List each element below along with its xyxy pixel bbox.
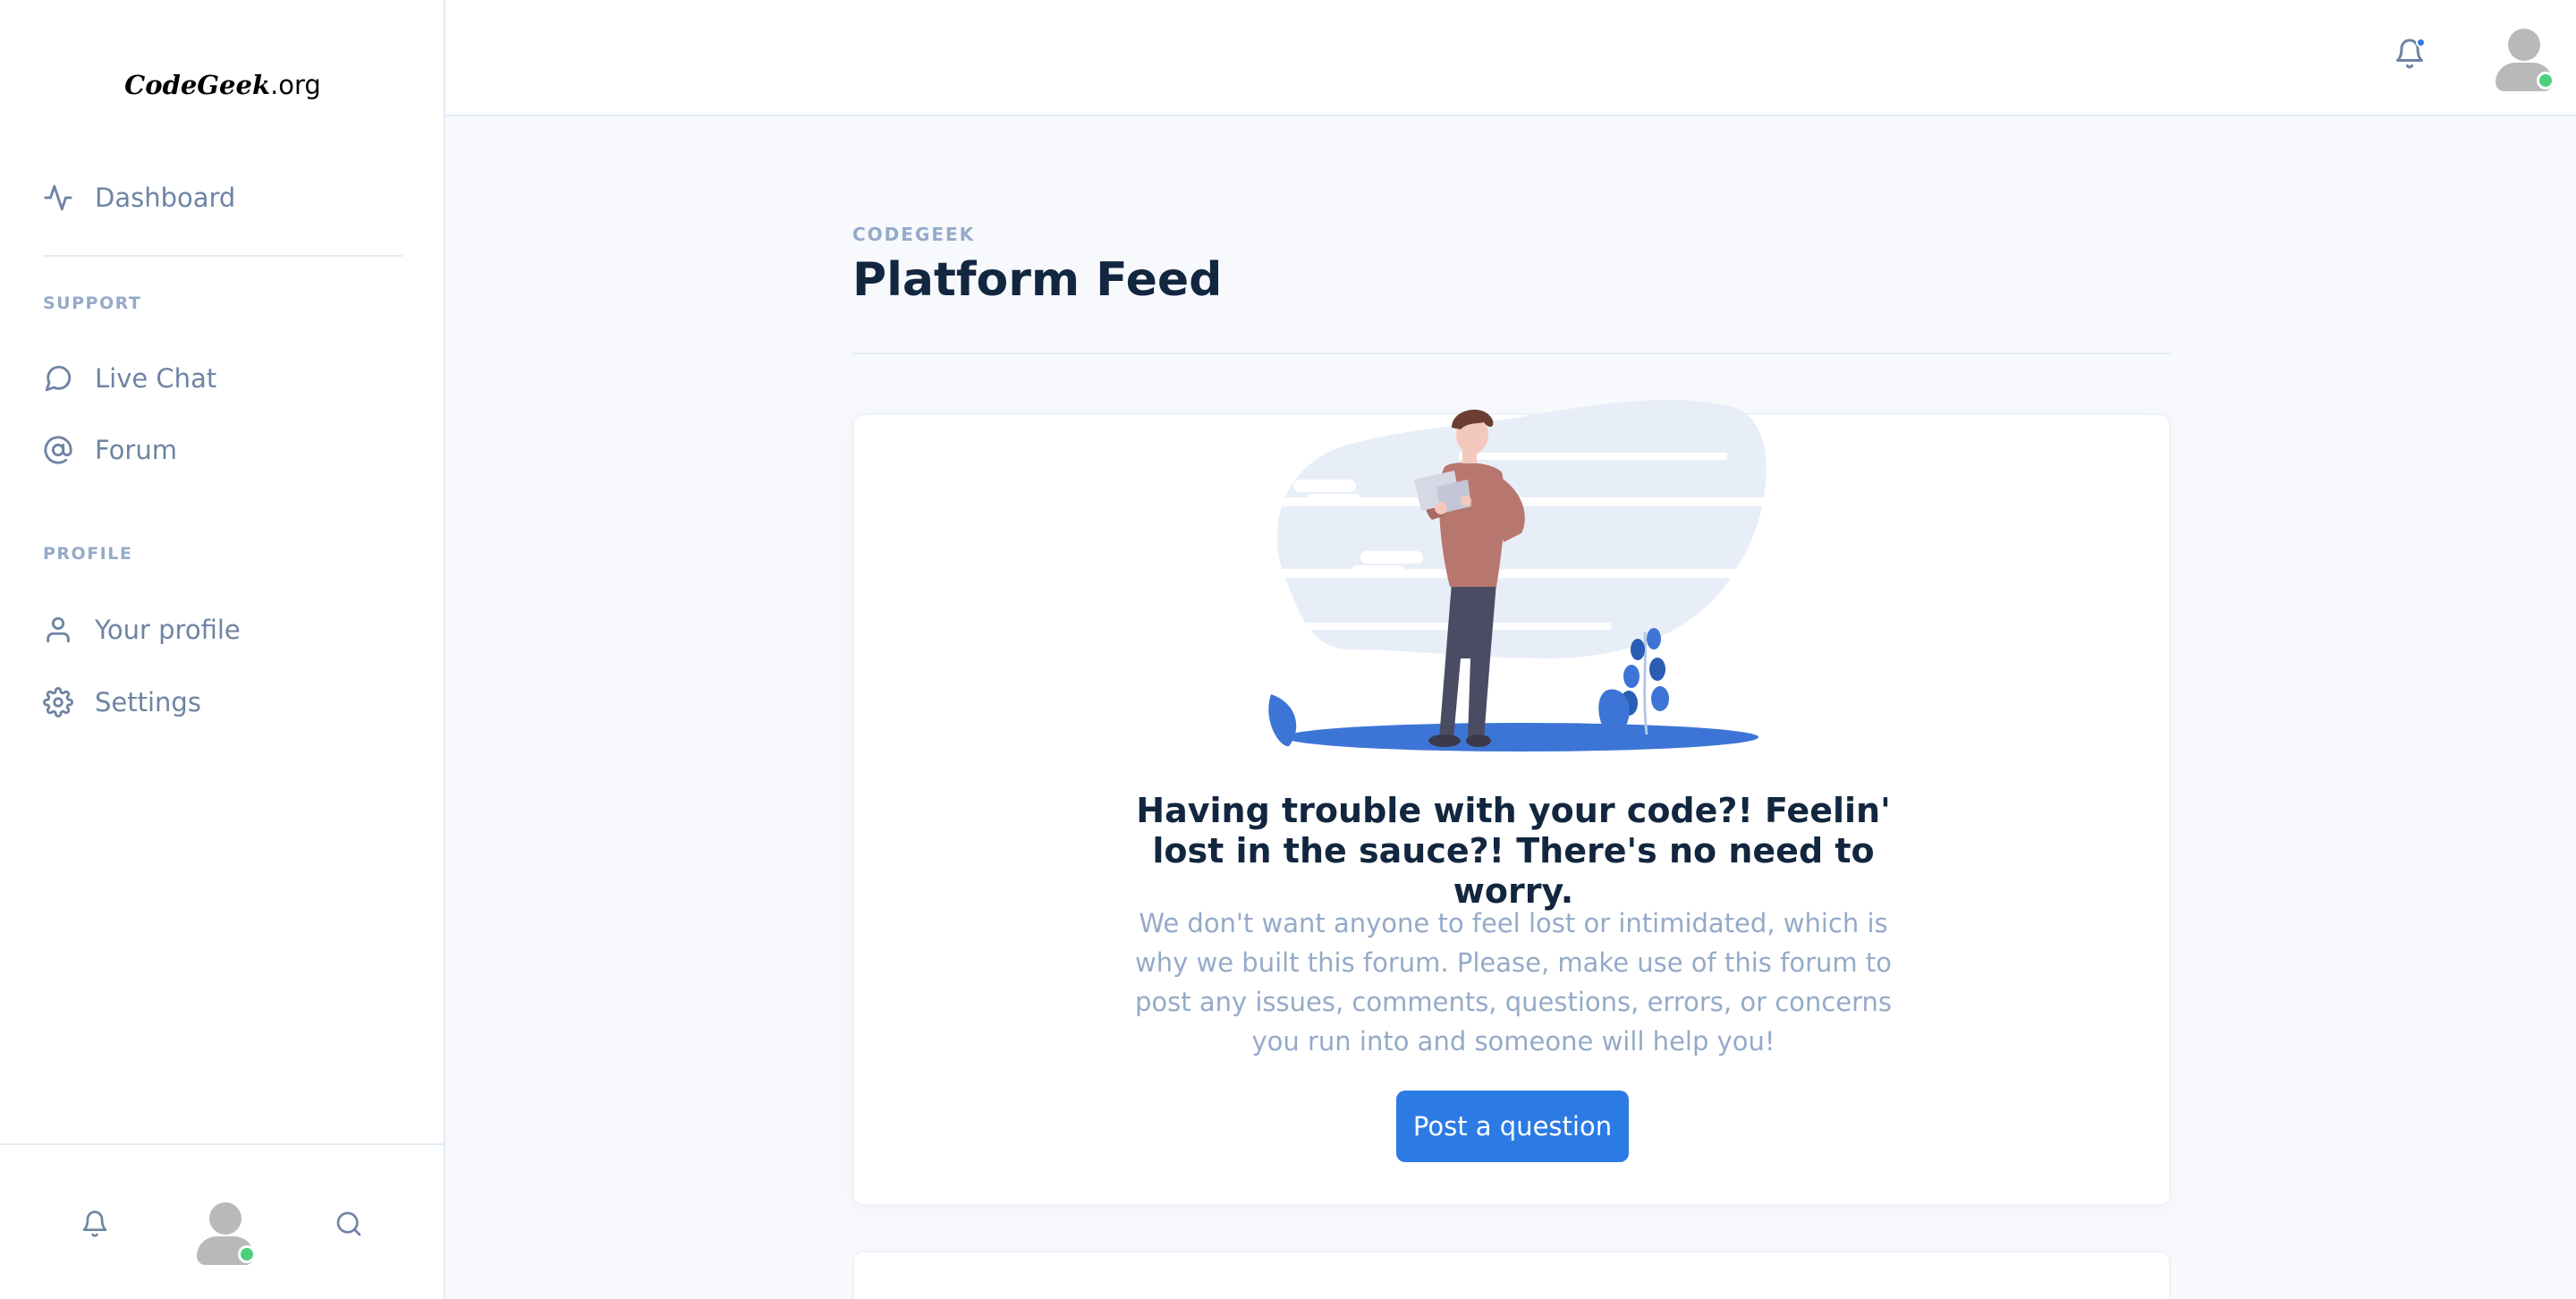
search-icon — [336, 1211, 361, 1236]
sidebar-item-label: Dashboard — [95, 183, 236, 213]
topbar-notifications-button[interactable] — [2394, 38, 2426, 73]
sidebar-item-forum[interactable]: Forum — [43, 429, 177, 471]
welcome-card: Having trouble with your code?! Feelin' … — [852, 400, 2171, 1206]
message-circle-icon — [45, 365, 72, 392]
sidebar-item-label: Live Chat — [95, 363, 217, 394]
bell-icon — [82, 1210, 107, 1237]
settings-icon — [43, 687, 73, 717]
sidebar-divider — [43, 255, 402, 257]
at-sign-icon — [44, 436, 72, 464]
page-pretitle: CODEGEEK — [852, 224, 976, 245]
sidebar-item-dashboard[interactable]: Dashboard — [43, 176, 235, 219]
sidebar-item-label: Forum — [95, 435, 177, 465]
person-reading-illustration — [1268, 400, 1772, 751]
sidebar-item-live-chat[interactable]: Live Chat — [43, 357, 216, 400]
activity-icon — [44, 184, 72, 211]
post-question-button[interactable]: Post a question — [1396, 1091, 1629, 1162]
online-status-indicator — [2537, 72, 2555, 89]
avatar-head — [209, 1202, 242, 1235]
card-heading: Having trouble with your code?! Feelin' … — [1136, 791, 1891, 911]
sidebar-heading-support: SUPPORT — [43, 293, 142, 313]
sidebar-item-label: Settings — [95, 687, 201, 717]
sidebar-avatar[interactable] — [190, 1201, 256, 1265]
sidebar-search-button[interactable] — [335, 1210, 363, 1242]
user-icon — [47, 616, 70, 643]
sidebar-item-your-profile[interactable]: Your profile — [43, 608, 241, 651]
brand-logo[interactable]: CodeGeek.org — [0, 70, 445, 100]
brand-suffix: .org — [270, 70, 321, 100]
brand-name: CodeGeek — [124, 70, 271, 100]
unread-indicator — [2416, 38, 2426, 47]
sidebar-footer — [0, 1143, 445, 1299]
page-title: Platform Feed — [852, 253, 1223, 307]
sidebar-item-label: Your profile — [95, 615, 241, 645]
online-status-indicator — [238, 1245, 256, 1263]
card-description: We don't want anyone to feel lost or int… — [1135, 908, 1892, 1057]
sidebar-notifications-button[interactable] — [80, 1210, 109, 1242]
feed-card-next — [852, 1251, 2171, 1299]
avatar-head — [2508, 29, 2540, 61]
topbar-avatar[interactable] — [2488, 27, 2555, 91]
header-divider — [852, 352, 2171, 354]
sidebar-item-settings[interactable]: Settings — [43, 681, 201, 724]
sidebar-heading-profile: PROFILE — [43, 544, 133, 564]
topbar — [445, 0, 2576, 116]
sidebar: CodeGeek.org Dashboard SUPPORT Live Chat… — [0, 0, 445, 1299]
